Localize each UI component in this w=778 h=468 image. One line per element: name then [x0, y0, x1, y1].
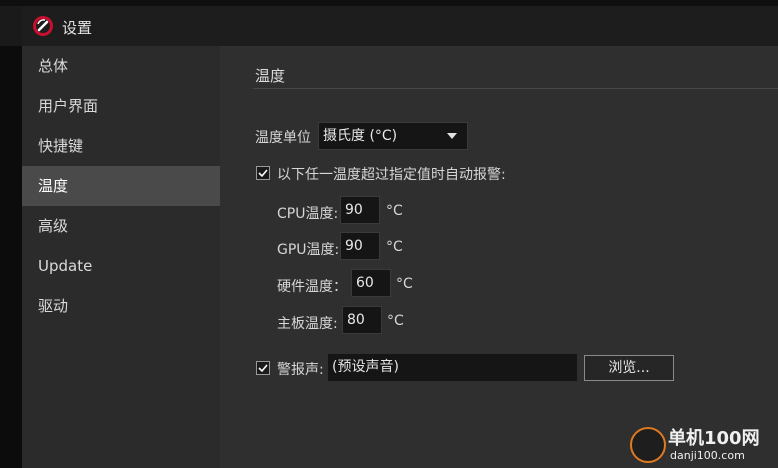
unit-select-value: 摄氏度 (°C) [323, 128, 398, 144]
motherboard-temp-unit: °C [387, 313, 404, 329]
watermark: 单机100网 danji100.com [628, 422, 778, 468]
chevron-down-icon [447, 133, 457, 139]
motherboard-temp-label: 主板温度: [277, 316, 338, 332]
left-edge [0, 46, 22, 468]
section-divider [253, 88, 778, 89]
motherboard-temp-input[interactable]: 80 [342, 306, 382, 334]
alarm-checkbox[interactable] [256, 166, 270, 180]
sound-checkbox[interactable] [256, 361, 270, 375]
watermark-en: danji100.com [670, 449, 745, 462]
cpu-temp-input[interactable]: 90 [340, 196, 380, 224]
sound-field[interactable]: (预设声音) [327, 353, 578, 382]
watermark-logo-icon [630, 427, 666, 463]
hardware-temp-label: 硬件温度： [277, 279, 347, 295]
browse-button[interactable]: 浏览... [584, 355, 674, 381]
hardware-temp-unit: °C [396, 276, 413, 292]
sidebar: 总体 用户界面 快捷键 温度 高级 Update 驱动 [22, 46, 220, 468]
gpu-temp-label: GPU温度: [277, 242, 340, 258]
cpu-temp-label: CPU温度: [277, 206, 339, 222]
sidebar-item-general[interactable]: 总体 [22, 46, 220, 86]
hardware-temp-input[interactable]: 60 [351, 269, 391, 297]
checkmark-icon [258, 169, 268, 178]
cpu-temp-unit: °C [386, 203, 403, 219]
title-bar: 设置 [22, 6, 778, 46]
sidebar-item-temperature[interactable]: 温度 [22, 166, 220, 206]
unit-label: 温度单位 [255, 130, 311, 146]
checkmark-icon [258, 364, 268, 373]
app-logo-icon [33, 16, 53, 36]
alarm-label: 以下任一温度超过指定值时自动报警: [277, 167, 506, 183]
sidebar-item-driver[interactable]: 驱动 [22, 286, 220, 326]
sidebar-item-update[interactable]: Update [22, 246, 220, 286]
gpu-temp-input[interactable]: 90 [340, 232, 380, 260]
section-title: 温度 [255, 67, 286, 85]
watermark-cn: 单机100网 [668, 428, 760, 449]
sidebar-item-advanced[interactable]: 高级 [22, 206, 220, 246]
sidebar-item-shortcuts[interactable]: 快捷键 [22, 126, 220, 166]
unit-select[interactable]: 摄氏度 (°C) [318, 122, 468, 150]
sidebar-item-user-interface[interactable]: 用户界面 [22, 86, 220, 126]
gpu-temp-unit: °C [386, 239, 403, 255]
sound-label: 警报声: [277, 362, 324, 378]
main-panel: 温度 温度单位 摄氏度 (°C) 以下任一温度超过指定值时自动报警: CPU温度… [220, 46, 778, 468]
window-title: 设置 [62, 19, 93, 37]
